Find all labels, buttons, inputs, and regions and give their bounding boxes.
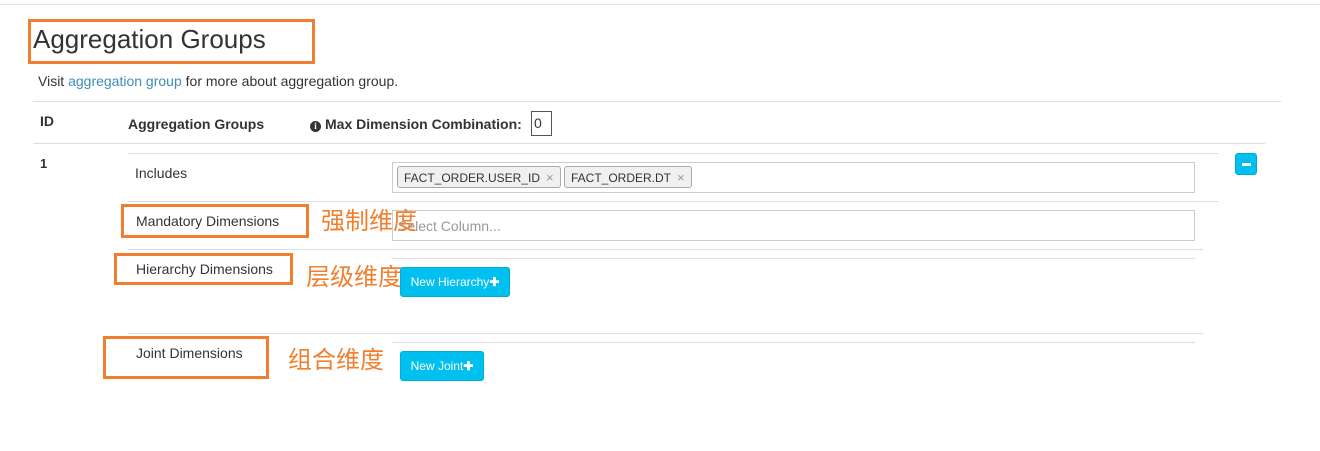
top-divider: [0, 4, 1320, 5]
joint-highlight-box: [103, 336, 269, 379]
new-joint-label: New Joint: [410, 359, 464, 373]
column-header-groups: Aggregation Groups: [128, 116, 265, 132]
remove-group-button[interactable]: [1235, 153, 1257, 175]
includes-select[interactable]: FACT_ORDER.USER_ID × FACT_ORDER.DT ×: [392, 162, 1195, 193]
joint-list-border: [392, 342, 1195, 343]
info-circle-icon[interactable]: i: [310, 121, 321, 132]
help-suffix: for more about aggregation group.: [181, 73, 399, 89]
plus-icon: ✚: [489, 275, 500, 289]
new-hierarchy-label: New Hierarchy: [410, 275, 490, 289]
column-header-id: ID: [40, 113, 54, 129]
plus-icon: ✚: [463, 359, 474, 373]
mandatory-select[interactable]: Select Column...: [392, 210, 1195, 241]
include-tag: FACT_ORDER.USER_ID ×: [397, 166, 561, 188]
max-combination-label: Max Dimension Combination:: [325, 116, 522, 132]
row-divider: [128, 333, 1203, 334]
aggregation-group-link[interactable]: aggregation group: [68, 73, 182, 89]
close-icon[interactable]: ×: [677, 170, 685, 185]
joint-annotation: 组合维度: [288, 346, 384, 374]
inner-top-border: [128, 153, 1218, 154]
minus-icon: [1242, 163, 1251, 166]
hierarchy-list-border: [392, 258, 1195, 259]
title-highlight-box: [28, 19, 315, 64]
includes-label: Includes: [135, 165, 188, 181]
new-hierarchy-button[interactable]: New Hierarchy✚: [400, 267, 510, 297]
hierarchy-highlight-box: [114, 253, 293, 285]
table-header-border: [33, 143, 1265, 144]
max-combination-input[interactable]: 0: [531, 111, 552, 136]
mandatory-annotation: 强制维度: [321, 207, 417, 235]
column-header-max-combination: i Max Dimension Combination:: [310, 116, 522, 132]
include-tag-label: FACT_ORDER.USER_ID: [404, 171, 541, 185]
row-divider: [128, 249, 1203, 250]
include-tag-label: FACT_ORDER.DT: [571, 171, 672, 185]
group-id: 1: [40, 156, 48, 171]
help-prefix: Visit: [38, 73, 69, 89]
help-text: Visit aggregation group for more about a…: [38, 73, 398, 89]
hierarchy-annotation: 层级维度: [306, 263, 402, 291]
row-divider: [128, 201, 1218, 202]
new-joint-button[interactable]: New Joint✚: [400, 351, 484, 381]
include-tag: FACT_ORDER.DT ×: [564, 166, 692, 188]
table-top-border: [33, 101, 1281, 102]
close-icon[interactable]: ×: [546, 170, 554, 185]
mandatory-highlight-box: [121, 204, 309, 238]
